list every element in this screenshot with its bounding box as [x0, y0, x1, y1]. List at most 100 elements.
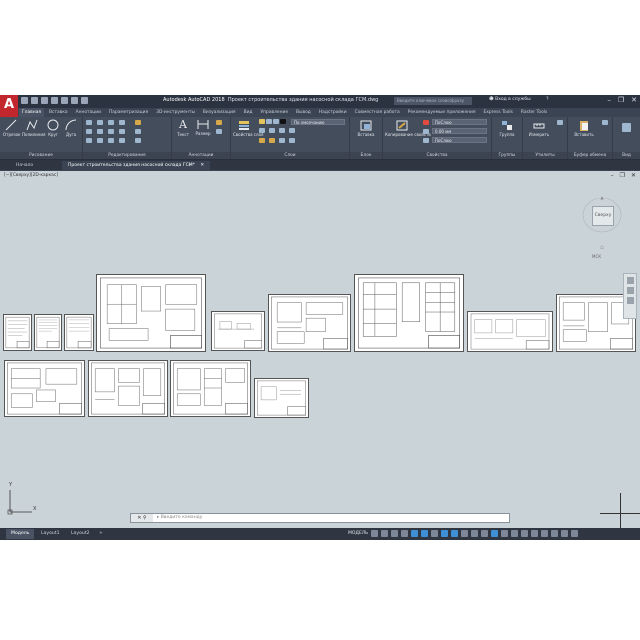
- save-icon[interactable]: [41, 97, 48, 104]
- lightbulb-icon[interactable]: [259, 119, 265, 124]
- dynamic-input-icon[interactable]: [401, 530, 409, 537]
- block-panel-title[interactable]: Блок: [350, 152, 382, 159]
- line-tool[interactable]: Отрезок: [3, 119, 20, 137]
- table-icon[interactable]: [216, 129, 222, 134]
- ribbon-tab[interactable]: Главная: [19, 108, 44, 117]
- navigation-bar[interactable]: [623, 273, 637, 319]
- view-icon[interactable]: [622, 123, 631, 132]
- viewcube[interactable]: ▲ ⌂ Сверху: [582, 196, 622, 251]
- tab-model[interactable]: Модель: [6, 529, 35, 539]
- selection-cycling-icon[interactable]: [481, 530, 489, 537]
- layer-lock-icon[interactable]: [289, 128, 295, 133]
- layer-color-swatch[interactable]: [280, 119, 286, 124]
- ribbon-tab[interactable]: Параметризация: [106, 108, 151, 117]
- open-icon[interactable]: [31, 97, 38, 104]
- scale-icon[interactable]: [97, 138, 103, 143]
- ribbon-tab[interactable]: Вставка: [46, 108, 71, 117]
- array-icon[interactable]: [108, 138, 114, 143]
- drawing-sheet[interactable]: [34, 314, 62, 351]
- pencil-icon[interactable]: [135, 120, 141, 125]
- drawing-sheet[interactable]: [254, 378, 309, 418]
- drawing-sheet[interactable]: [170, 360, 251, 417]
- ribbon-tab[interactable]: Рекомендуемые приложения: [405, 108, 479, 117]
- draw-panel-title[interactable]: Рисование: [0, 152, 82, 159]
- grid-icon[interactable]: [371, 530, 379, 537]
- new-tab-button[interactable]: +: [182, 161, 198, 170]
- ribbon-tab[interactable]: Визуализация: [200, 108, 239, 117]
- leader-icon[interactable]: [216, 120, 222, 125]
- annotation-panel-title[interactable]: Аннотации: [172, 152, 230, 159]
- workspace-gear-icon[interactable]: [531, 530, 539, 537]
- stretch-icon[interactable]: [86, 138, 92, 143]
- drawing-sheet[interactable]: [64, 314, 94, 351]
- lock-icon[interactable]: [273, 119, 279, 124]
- layer-isolate-icon[interactable]: [269, 128, 275, 133]
- tab-close-icon[interactable]: ✕: [200, 163, 204, 168]
- arc-tool[interactable]: Дуга: [63, 119, 79, 137]
- sun-icon[interactable]: [266, 119, 272, 124]
- measure-tool[interactable]: Измерить: [526, 120, 552, 137]
- clean-screen-icon[interactable]: [561, 530, 569, 537]
- layer-walk-icon[interactable]: [289, 138, 295, 143]
- trim-icon[interactable]: [108, 120, 114, 125]
- layer-match-icon[interactable]: [269, 138, 275, 143]
- join-icon[interactable]: [135, 138, 141, 143]
- move-icon[interactable]: [86, 120, 92, 125]
- calculator-icon[interactable]: [557, 120, 563, 125]
- sign-in-button[interactable]: ☻ Вход в службы ?: [489, 97, 548, 102]
- drawing-canvas[interactable]: [−][Сверху][2D-каркас] – ❐ ✕ ▲ ⌂ Сверху …: [0, 171, 640, 528]
- layer-current-icon[interactable]: [259, 138, 265, 143]
- model-space-button[interactable]: МОДЕЛЬ: [348, 531, 368, 536]
- explode-icon[interactable]: [119, 129, 125, 134]
- wcs-menu[interactable]: МСК: [592, 254, 601, 259]
- units-icon[interactable]: [501, 530, 509, 537]
- command-input[interactable]: ▸ Введите команду: [157, 515, 202, 520]
- isodraft-icon[interactable]: [431, 530, 439, 537]
- ortho-icon[interactable]: [411, 530, 419, 537]
- drawing-sheet[interactable]: [467, 311, 553, 352]
- ribbon-tab[interactable]: Вывод: [293, 108, 314, 117]
- modify-panel-title[interactable]: Редактирование: [83, 152, 171, 159]
- drawing-sheet[interactable]: [3, 314, 32, 351]
- clipboard-panel-title[interactable]: Буфер обмена: [568, 152, 612, 159]
- layers-panel-title[interactable]: Слои: [231, 152, 349, 159]
- viewport-close-icon[interactable]: ✕: [631, 172, 636, 179]
- drawing-sheet[interactable]: [211, 311, 265, 351]
- add-layout-button[interactable]: +: [94, 529, 108, 539]
- restore-icon[interactable]: ❐: [618, 96, 624, 104]
- rotate-icon[interactable]: [97, 120, 103, 125]
- ribbon-tab[interactable]: Аннотации: [73, 108, 104, 117]
- ribbon-tab[interactable]: Управление: [257, 108, 291, 117]
- groups-panel-title[interactable]: Группы: [492, 152, 522, 159]
- polar-tracking-icon[interactable]: [421, 530, 429, 537]
- zoom-icon[interactable]: [626, 297, 634, 304]
- layer-off-icon[interactable]: [259, 128, 265, 133]
- hardware-acceleration-icon[interactable]: [551, 530, 559, 537]
- copy-icon[interactable]: [86, 129, 92, 134]
- ribbon-tab[interactable]: Express Tools: [481, 108, 516, 117]
- transparency-icon[interactable]: [471, 530, 479, 537]
- tab-layout2[interactable]: Layout2: [66, 529, 95, 539]
- match-properties-tool[interactable]: Копирование свойств: [385, 120, 431, 137]
- properties-panel-title[interactable]: Свойства: [383, 152, 491, 159]
- viewport-minimize-icon[interactable]: –: [611, 172, 614, 179]
- print-icon[interactable]: [61, 97, 68, 104]
- lineweight-display-icon[interactable]: [461, 530, 469, 537]
- steering-wheel-icon[interactable]: [626, 277, 634, 284]
- undo-icon[interactable]: [71, 97, 78, 104]
- group-tool[interactable]: Группа: [495, 120, 519, 137]
- ribbon-tab[interactable]: 3D-инструменты: [153, 108, 198, 117]
- mirror-icon[interactable]: [97, 129, 103, 134]
- lineweight-dropdown[interactable]: 0.00 мм: [432, 128, 487, 134]
- erase-icon[interactable]: [119, 120, 125, 125]
- isolate-objects-icon[interactable]: [541, 530, 549, 537]
- color-dropdown[interactable]: ПоСлою: [432, 119, 487, 125]
- pan-icon[interactable]: [626, 287, 634, 294]
- infer-constraints-icon[interactable]: [391, 530, 399, 537]
- drawing-sheet[interactable]: [4, 360, 85, 417]
- paste-tool[interactable]: Вставить: [571, 120, 597, 137]
- command-line[interactable]: ✕ ⚲ ▸ Введите команду: [130, 513, 510, 523]
- insert-block-tool[interactable]: Вставка: [354, 120, 378, 137]
- text-tool[interactable]: A Текст: [175, 118, 191, 137]
- command-line-buttons[interactable]: ✕ ⚲: [131, 514, 153, 522]
